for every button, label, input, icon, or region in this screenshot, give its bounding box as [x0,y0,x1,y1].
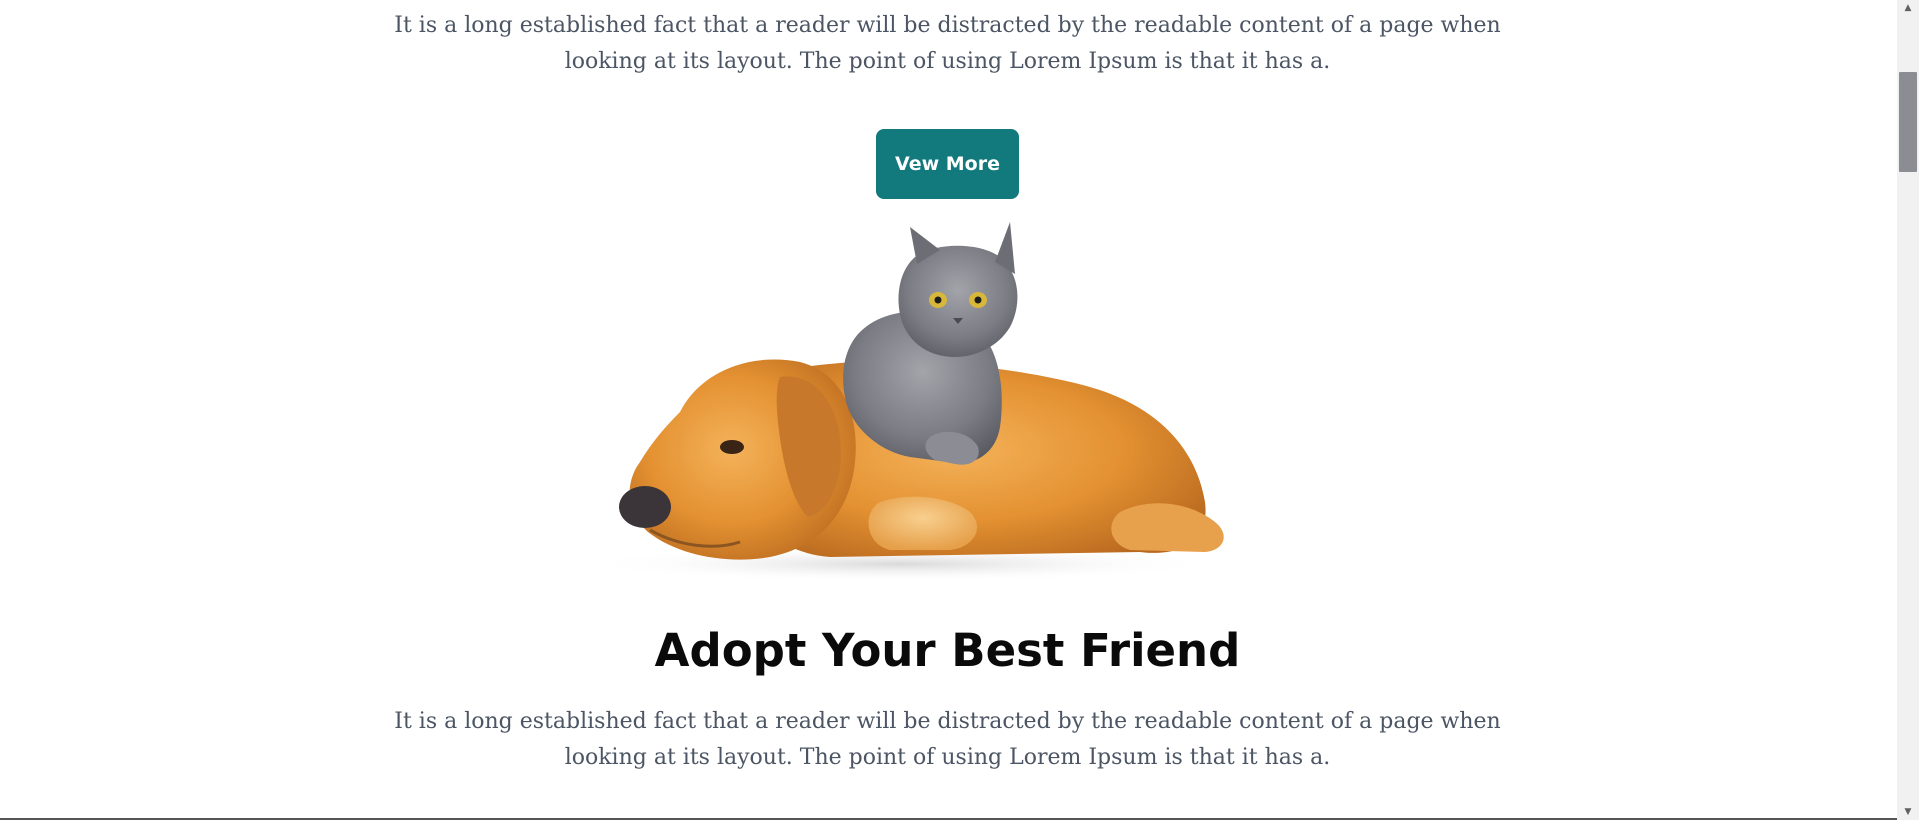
view-more-button[interactable]: Vew More [876,129,1019,199]
scroll-up-arrow-icon[interactable]: ▲ [1897,0,1919,16]
page: It is a long established fact that a rea… [0,0,1919,820]
vertical-scrollbar[interactable]: ▲ ▼ [1897,0,1919,820]
adopt-paragraph: It is a long established fact that a rea… [394,709,1501,770]
intro-paragraph: It is a long established fact that a rea… [394,13,1501,74]
cat-left-pupil [934,296,942,304]
cat-right-pupil [974,296,982,304]
scrollbar-thumb[interactable] [1899,72,1917,172]
main-content: It is a long established fact that a rea… [0,0,1897,820]
scroll-down-arrow-icon[interactable]: ▼ [1897,804,1919,820]
dog-eye [720,440,744,454]
dog-nose [619,486,671,528]
adopt-heading: Adopt Your Best Friend [654,624,1241,677]
dog-and-cat-image [580,222,1224,582]
dog-back-legs [1111,503,1224,552]
